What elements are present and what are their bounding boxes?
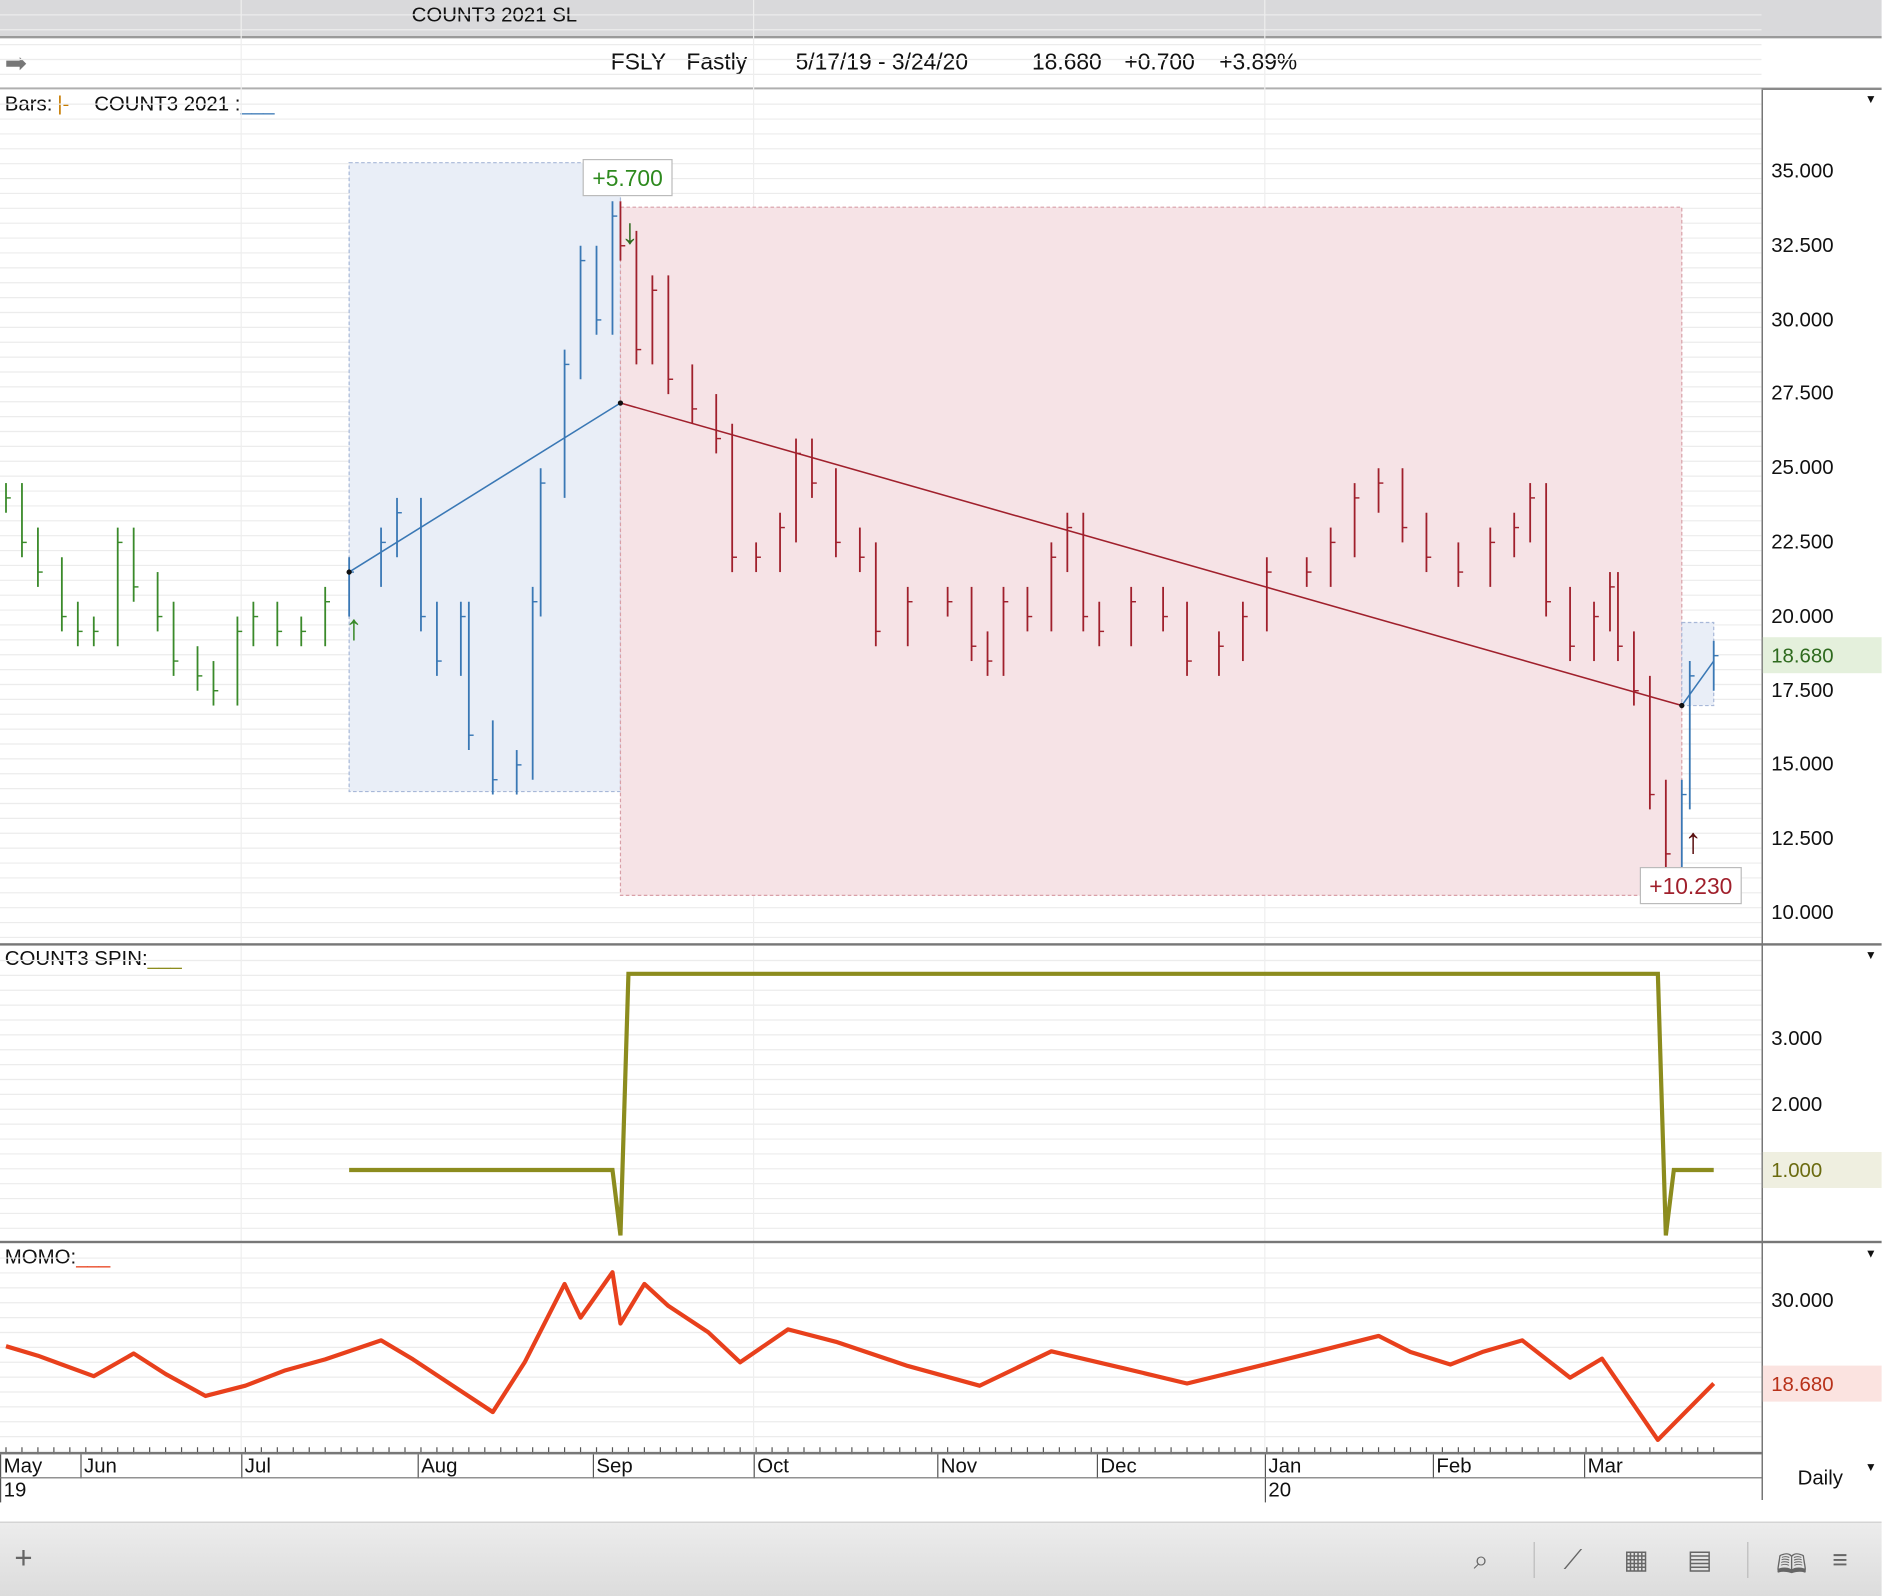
trade-profit-label: +10.230 bbox=[1649, 873, 1732, 899]
month-label: Jan bbox=[1264, 1454, 1301, 1479]
book-icon[interactable]: 🕮 bbox=[1776, 1544, 1807, 1590]
price-tick: 15.000 bbox=[1771, 752, 1834, 776]
trade-point bbox=[1679, 702, 1685, 709]
spin-line bbox=[349, 971, 1714, 1236]
price-tick: 32.500 bbox=[1771, 233, 1834, 257]
month-label: Jul bbox=[241, 1454, 271, 1479]
price-chart[interactable]: ↑ ↓ ↑ +5.700 +10.230 bbox=[0, 0, 1762, 948]
price-tick: 27.500 bbox=[1771, 382, 1834, 405]
grid-icon[interactable]: ▦ bbox=[1624, 1544, 1649, 1575]
momo-current-label: 18.680 bbox=[1771, 1372, 1834, 1396]
trade-point bbox=[617, 400, 624, 406]
search-icon[interactable]: ⌕ bbox=[1474, 1544, 1489, 1575]
menu-icon[interactable]: ≡ bbox=[1832, 1544, 1847, 1575]
sell-arrow-icon: ↓ bbox=[621, 211, 639, 252]
trade-point bbox=[346, 569, 352, 575]
momo-line bbox=[5, 1270, 1716, 1442]
price-tick: 30.000 bbox=[1771, 307, 1834, 331]
month-label: Mar bbox=[1584, 1454, 1623, 1479]
period-dropdown-icon[interactable]: ▼ bbox=[1865, 1462, 1877, 1475]
period-selector[interactable]: Daily bbox=[1798, 1466, 1843, 1490]
month-label: May bbox=[0, 1454, 42, 1479]
momo-panel-menu-icon[interactable]: ▼ bbox=[1865, 1248, 1877, 1261]
price-tick: 25.000 bbox=[1771, 456, 1834, 480]
trade-box bbox=[1681, 621, 1715, 707]
bottom-toolbar: + ⌕ ⟋ ▦ ▤ 🕮 ≡ bbox=[0, 1521, 1882, 1596]
month-label: Dec bbox=[1096, 1454, 1137, 1479]
buy-arrow-icon: ↑ bbox=[345, 607, 363, 648]
price-tick: 12.500 bbox=[1771, 827, 1834, 850]
current-price-label: 18.680 bbox=[1771, 644, 1834, 668]
spin-current-label: 1.000 bbox=[1771, 1159, 1823, 1182]
price-panel-menu-icon[interactable]: ▼ bbox=[1865, 94, 1877, 107]
year-label: 20 bbox=[1264, 1478, 1291, 1503]
month-label: Sep bbox=[592, 1454, 633, 1479]
price-tick: 20.000 bbox=[1771, 604, 1834, 628]
momo-chart[interactable] bbox=[0, 1243, 1762, 1455]
spin-tick: 3.000 bbox=[1771, 1027, 1823, 1050]
chart-line-icon[interactable]: ⟋ bbox=[1564, 1544, 1582, 1575]
cover-arrow-icon: ↑ bbox=[1684, 820, 1702, 861]
price-tick: 17.500 bbox=[1771, 678, 1834, 702]
month-label: Jun bbox=[80, 1454, 117, 1479]
price-tick: 35.000 bbox=[1771, 159, 1834, 183]
price-tick: 10.000 bbox=[1771, 901, 1834, 925]
month-label: Aug bbox=[417, 1454, 458, 1479]
momo-tick: 30.000 bbox=[1771, 1288, 1834, 1312]
x-axis-divider bbox=[0, 1477, 1762, 1479]
spin-chart[interactable] bbox=[0, 945, 1762, 1242]
trade-profit-label: +5.700 bbox=[592, 165, 662, 191]
spin-tick: 2.000 bbox=[1771, 1092, 1823, 1116]
spin-panel-menu-icon[interactable]: ▼ bbox=[1865, 949, 1877, 962]
month-label: Oct bbox=[753, 1454, 789, 1479]
year-label: 19 bbox=[0, 1478, 26, 1503]
month-label: Nov bbox=[937, 1454, 977, 1479]
price-tick: 22.500 bbox=[1771, 530, 1834, 554]
month-label: Feb bbox=[1432, 1454, 1472, 1479]
add-icon[interactable]: + bbox=[14, 1540, 32, 1577]
panel-layout-icon[interactable]: ▤ bbox=[1687, 1544, 1712, 1575]
y-axis-divider bbox=[1761, 90, 1763, 1500]
